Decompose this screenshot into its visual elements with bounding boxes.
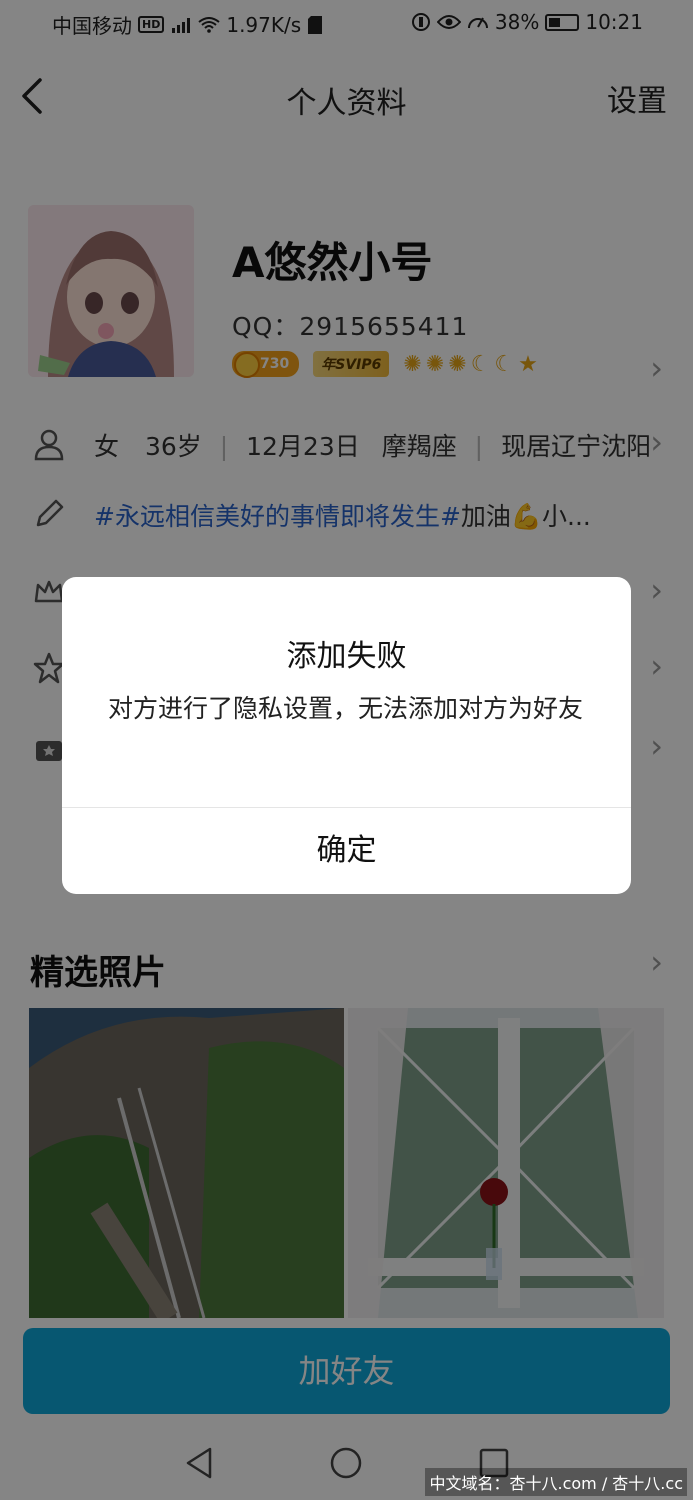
- confirm-button[interactable]: 确定: [62, 808, 631, 894]
- dialog-message: 对方进行了隐私设置，无法添加对方为好友: [108, 694, 584, 723]
- add-failed-dialog: 添加失败 对方进行了隐私设置，无法添加对方为好友 确定: [62, 577, 631, 894]
- watermark: 中文域名：杏十八.com / 杏十八.cc: [425, 1468, 687, 1496]
- dialog-title: 添加失败: [286, 639, 407, 674]
